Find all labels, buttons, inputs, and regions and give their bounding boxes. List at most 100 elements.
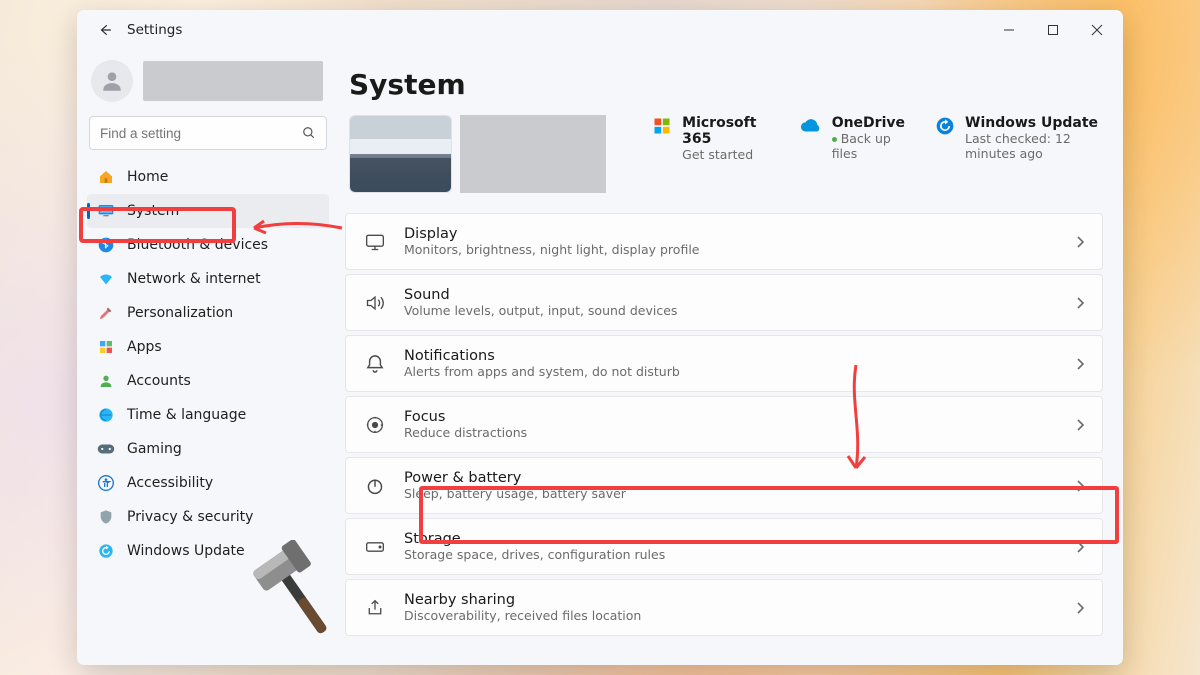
row-subtitle: Storage space, drives, configuration rul… bbox=[404, 547, 665, 562]
maximize-button[interactable] bbox=[1031, 15, 1075, 45]
status-dot-icon bbox=[832, 137, 837, 142]
windows-update-icon bbox=[935, 115, 955, 137]
paintbrush-icon bbox=[97, 304, 115, 322]
update-icon bbox=[97, 542, 115, 560]
sidebar-item-system[interactable]: System bbox=[87, 194, 329, 228]
search-box[interactable] bbox=[89, 116, 327, 150]
sidebar-item-label: Privacy & security bbox=[127, 509, 253, 525]
display-icon bbox=[364, 231, 386, 253]
card-title: Microsoft 365 bbox=[682, 115, 770, 147]
row-title: Storage bbox=[404, 531, 665, 547]
home-icon bbox=[97, 168, 115, 186]
desktop-thumbnail[interactable] bbox=[349, 115, 452, 193]
sidebar-item-windows-update[interactable]: Windows Update bbox=[87, 534, 329, 568]
sidebar-item-home[interactable]: Home bbox=[87, 160, 329, 194]
share-icon bbox=[364, 597, 386, 619]
card-onedrive[interactable]: OneDrive Back up files bbox=[800, 115, 905, 162]
row-subtitle: Volume levels, output, input, sound devi… bbox=[404, 303, 677, 318]
sidebar-item-label: Time & language bbox=[127, 407, 246, 423]
sidebar-item-bluetooth[interactable]: Bluetooth & devices bbox=[87, 228, 329, 262]
sidebar-item-time-language[interactable]: Time & language bbox=[87, 398, 329, 432]
card-subtitle: Back up files bbox=[832, 131, 905, 161]
row-title: Focus bbox=[404, 409, 527, 425]
back-button[interactable] bbox=[91, 16, 119, 44]
sidebar-item-privacy[interactable]: Privacy & security bbox=[87, 500, 329, 534]
row-subtitle: Alerts from apps and system, do not dist… bbox=[404, 364, 680, 379]
sidebar-item-accounts[interactable]: Accounts bbox=[87, 364, 329, 398]
content-area: System Microsoft 365 Get started bbox=[339, 50, 1123, 665]
user-name-redacted bbox=[143, 61, 323, 101]
bluetooth-icon bbox=[97, 236, 115, 254]
sidebar-item-label: System bbox=[127, 203, 179, 219]
avatar-icon bbox=[91, 60, 133, 102]
row-subtitle: Reduce distractions bbox=[404, 425, 527, 440]
onedrive-icon bbox=[800, 115, 822, 137]
sidebar: Home System Bluetooth & devices Network … bbox=[77, 50, 339, 665]
search-icon bbox=[302, 126, 316, 140]
bell-icon bbox=[364, 353, 386, 375]
accounts-icon bbox=[97, 372, 115, 390]
settings-list: Display Monitors, brightness, night ligh… bbox=[343, 213, 1105, 636]
microsoft365-icon bbox=[652, 115, 672, 137]
sidebar-nav: Home System Bluetooth & devices Network … bbox=[87, 160, 329, 568]
row-title: Sound bbox=[404, 287, 677, 303]
card-subtitle: Last checked: 12 minutes ago bbox=[965, 131, 1105, 161]
sidebar-item-label: Bluetooth & devices bbox=[127, 237, 268, 253]
window-title: Settings bbox=[127, 22, 182, 38]
sidebar-item-gaming[interactable]: Gaming bbox=[87, 432, 329, 466]
row-display[interactable]: Display Monitors, brightness, night ligh… bbox=[345, 213, 1103, 270]
chevron-right-icon bbox=[1076, 541, 1084, 553]
card-subtitle: Get started bbox=[682, 147, 770, 162]
sidebar-item-label: Home bbox=[127, 169, 168, 185]
row-title: Display bbox=[404, 226, 699, 242]
card-microsoft365[interactable]: Microsoft 365 Get started bbox=[652, 115, 770, 162]
sidebar-item-label: Network & internet bbox=[127, 271, 261, 287]
wifi-icon bbox=[97, 270, 115, 288]
storage-icon bbox=[364, 536, 386, 558]
row-nearby-sharing[interactable]: Nearby sharing Discoverability, received… bbox=[345, 579, 1103, 636]
apps-icon bbox=[97, 338, 115, 356]
page-title: System bbox=[349, 68, 1105, 101]
card-title: OneDrive bbox=[832, 115, 905, 131]
close-button[interactable] bbox=[1075, 15, 1119, 45]
sidebar-item-network[interactable]: Network & internet bbox=[87, 262, 329, 296]
sidebar-item-label: Personalization bbox=[127, 305, 233, 321]
card-windows-update[interactable]: Windows Update Last checked: 12 minutes … bbox=[935, 115, 1105, 162]
row-title: Nearby sharing bbox=[404, 592, 641, 608]
focus-icon bbox=[364, 414, 386, 436]
sidebar-item-personalization[interactable]: Personalization bbox=[87, 296, 329, 330]
device-name-redacted bbox=[460, 115, 606, 193]
row-title: Power & battery bbox=[404, 470, 626, 486]
row-title: Notifications bbox=[404, 348, 680, 364]
device-info-row: Microsoft 365 Get started OneDrive Back … bbox=[343, 115, 1105, 193]
row-storage[interactable]: Storage Storage space, drives, configura… bbox=[345, 518, 1103, 575]
row-focus[interactable]: Focus Reduce distractions bbox=[345, 396, 1103, 453]
sidebar-item-label: Gaming bbox=[127, 441, 182, 457]
chevron-right-icon bbox=[1076, 297, 1084, 309]
row-notifications[interactable]: Notifications Alerts from apps and syste… bbox=[345, 335, 1103, 392]
chevron-right-icon bbox=[1076, 236, 1084, 248]
gaming-icon bbox=[97, 440, 115, 458]
sidebar-item-label: Apps bbox=[127, 339, 162, 355]
row-subtitle: Monitors, brightness, night light, displ… bbox=[404, 242, 699, 257]
row-power-battery[interactable]: Power & battery Sleep, battery usage, ba… bbox=[345, 457, 1103, 514]
globe-clock-icon bbox=[97, 406, 115, 424]
shield-icon bbox=[97, 508, 115, 526]
row-subtitle: Discoverability, received files location bbox=[404, 608, 641, 623]
row-subtitle: Sleep, battery usage, battery saver bbox=[404, 486, 626, 501]
accessibility-icon bbox=[97, 474, 115, 492]
card-title: Windows Update bbox=[965, 115, 1105, 131]
search-input[interactable] bbox=[100, 126, 302, 141]
sidebar-item-label: Accessibility bbox=[127, 475, 213, 491]
sidebar-item-accessibility[interactable]: Accessibility bbox=[87, 466, 329, 500]
row-sound[interactable]: Sound Volume levels, output, input, soun… bbox=[345, 274, 1103, 331]
chevron-right-icon bbox=[1076, 358, 1084, 370]
system-icon bbox=[97, 202, 115, 220]
sidebar-item-apps[interactable]: Apps bbox=[87, 330, 329, 364]
minimize-button[interactable] bbox=[987, 15, 1031, 45]
sidebar-item-label: Accounts bbox=[127, 373, 191, 389]
chevron-right-icon bbox=[1076, 602, 1084, 614]
user-row[interactable] bbox=[87, 56, 329, 112]
chevron-right-icon bbox=[1076, 480, 1084, 492]
titlebar: Settings bbox=[77, 10, 1123, 50]
